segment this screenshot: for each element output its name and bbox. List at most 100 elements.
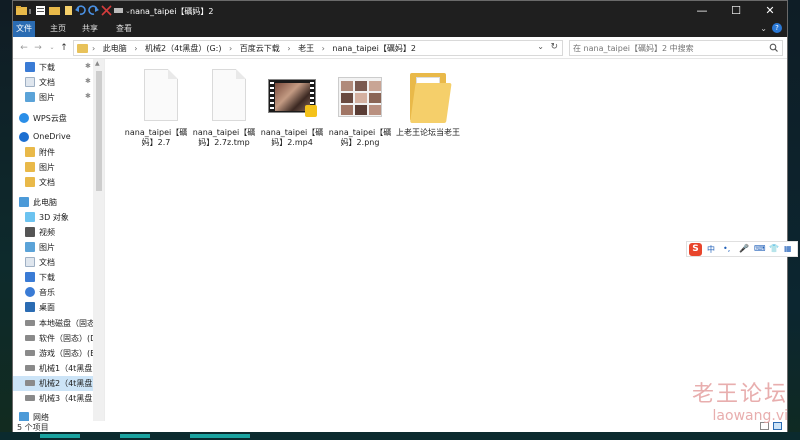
help-icon[interactable]: ?	[772, 23, 782, 33]
nav-item-documents[interactable]: 文档	[13, 255, 104, 270]
music-icon	[25, 287, 35, 297]
nav-item-drive-f[interactable]: 机械1（4t黑盘）	[13, 361, 104, 376]
nav-item-label: 游戏（固态）(E	[39, 349, 96, 358]
breadcrumb-item[interactable]: 此电脑	[103, 44, 127, 53]
pin-icon[interactable]: ✱	[85, 62, 91, 70]
tab-home[interactable]: 主页	[47, 21, 69, 37]
desktop-icon	[25, 302, 35, 312]
search-icon[interactable]	[769, 43, 778, 52]
breadcrumb-separator-icon: ›	[134, 44, 138, 53]
new-folder-icon[interactable]	[49, 5, 60, 16]
breadcrumb-item[interactable]: 机械2（4t黑盘）(G:)	[145, 44, 221, 53]
nav-item-desktop[interactable]: 桌面	[13, 300, 104, 315]
nav-item-drive-e[interactable]: 游戏（固态）(E	[13, 346, 104, 361]
file-thumbnail	[336, 69, 384, 125]
address-row: ← → ⌄ ↑ › 此电脑 › 机械2（4t黑盘）(G:) › 百度云下载 › …	[13, 37, 787, 59]
pin-icon[interactable]: ✱	[85, 77, 91, 85]
nav-item-label: 机械3（4t黑盘）	[39, 394, 101, 403]
nav-item-onedrive[interactable]: OneDrive	[13, 130, 104, 145]
file-item[interactable]: nana_taipei【礪妈】2.png	[328, 67, 392, 159]
nav-item-3d-objects[interactable]: 3D 对象	[13, 210, 104, 225]
properties-icon[interactable]	[35, 5, 46, 16]
expand-ribbon-icon[interactable]: ⌄	[760, 24, 767, 33]
nav-item-this-pc[interactable]: 此电脑	[13, 195, 104, 210]
taskbar-item[interactable]	[120, 434, 150, 438]
nav-item-label: WPS云盘	[33, 114, 67, 123]
ime-mode-chinese[interactable]: 中	[707, 244, 715, 255]
file-name: nana_taipei【礪妈】2.png	[328, 128, 392, 147]
undo-icon[interactable]	[75, 5, 86, 16]
back-button[interactable]: ←	[17, 40, 31, 56]
skin-icon[interactable]: 👕	[769, 244, 779, 253]
ime-toolbar: S 中 •, 🎤 ⌨ 👕 ▦	[686, 241, 798, 257]
keyboard-icon[interactable]: ⌨	[754, 244, 766, 253]
toolbox-icon[interactable]: ▦	[784, 244, 792, 253]
nav-item-drive-h[interactable]: 机械3（4t黑盘）	[13, 391, 104, 406]
file-item[interactable]: nana_taipei【礪妈】2.mp4	[260, 67, 324, 159]
file-thumbnail	[200, 69, 248, 125]
nav-item-drive-d[interactable]: 软件（固态）(D	[13, 331, 104, 346]
minimize-button[interactable]: —	[685, 1, 719, 21]
file-name: nana_taipei【礪妈】2.mp4	[260, 128, 324, 147]
nav-item-pictures[interactable]: 图片	[13, 240, 104, 255]
tab-share[interactable]: 共享	[79, 21, 101, 37]
nav-item-onedrive-documents[interactable]: 文档	[13, 175, 104, 190]
nav-item-label: 视频	[39, 228, 55, 237]
nav-item-network[interactable]: 网络	[13, 410, 104, 421]
microphone-icon[interactable]: 🎤	[739, 244, 749, 253]
status-bar: 5 个项目	[13, 421, 787, 432]
breadcrumb-item[interactable]: 百度云下载	[240, 44, 280, 53]
close-button[interactable]: ✕	[753, 1, 787, 21]
scroll-up-icon[interactable]: ▲	[95, 60, 100, 67]
watermark-title: 老王论坛	[691, 382, 788, 407]
nav-item-documents-pinned[interactable]: 文档 ✱	[13, 75, 104, 90]
tab-view[interactable]: 查看	[113, 21, 135, 37]
nav-item-music[interactable]: 音乐	[13, 285, 104, 300]
nav-item-label: 软件（固态）(D	[39, 334, 97, 343]
nav-item-attachments[interactable]: 附件	[13, 145, 104, 160]
nav-item-videos[interactable]: 视频	[13, 225, 104, 240]
search-box[interactable]	[569, 40, 783, 56]
breadcrumb-item[interactable]: 老王	[298, 44, 314, 53]
item-count: 5 个项目	[17, 423, 49, 432]
nav-item-wps-cloud[interactable]: WPS云盘	[13, 111, 104, 126]
search-input[interactable]	[573, 42, 763, 54]
delete-icon[interactable]	[101, 5, 112, 16]
picture-icon	[25, 242, 35, 252]
pin-icon[interactable]: ✱	[85, 92, 91, 100]
nav-scrollbar[interactable]: ▲	[93, 59, 104, 421]
rename-icon[interactable]	[63, 5, 74, 16]
forward-button[interactable]: →	[31, 40, 45, 56]
nav-item-label: 文档	[39, 258, 55, 267]
nav-item-drive-c[interactable]: 本地磁盘（固态	[13, 316, 104, 331]
nav-item-drive-g[interactable]: 机械2（4t黑盘）	[13, 376, 104, 391]
nav-item-pictures-pinned[interactable]: 图片 ✱	[13, 90, 104, 105]
customize-toolbar-icon[interactable]	[113, 5, 124, 16]
redo-icon[interactable]	[88, 5, 99, 16]
file-item[interactable]: nana_taipei【礪妈】2.7	[124, 67, 188, 159]
up-button[interactable]: ↑	[57, 40, 71, 56]
nav-item-label: 网络	[33, 413, 49, 421]
folder-icon	[16, 6, 27, 15]
nav-item-label: 3D 对象	[39, 213, 69, 222]
document-icon	[25, 257, 35, 267]
taskbar-item[interactable]	[40, 434, 80, 438]
punctuation-icon[interactable]: •,	[723, 244, 730, 253]
folder-icon	[25, 177, 35, 187]
taskbar-item[interactable]	[190, 434, 250, 438]
nav-item-downloads-pinned[interactable]: 下载 ✱	[13, 60, 104, 75]
file-name: nana_taipei【礪妈】2.7z.tmp	[192, 128, 256, 147]
maximize-button[interactable]: ☐	[719, 1, 753, 21]
nav-item-onedrive-pictures[interactable]: 图片	[13, 160, 104, 175]
sogou-logo-icon[interactable]: S	[689, 243, 702, 256]
tab-file[interactable]: 文件	[13, 21, 35, 37]
file-item[interactable]: nana_taipei【礪妈】2.7z.tmp	[192, 67, 256, 159]
file-item[interactable]: 上老王论坛当老王	[396, 67, 460, 159]
breadcrumb-item[interactable]: nana_taipei【礪妈】2	[332, 44, 416, 53]
scrollbar-thumb[interactable]	[96, 71, 102, 191]
address-bar[interactable]: › 此电脑 › 机械2（4t黑盘）(G:) › 百度云下载 › 老王 › nan…	[73, 40, 563, 56]
address-history-chevron-icon[interactable]: ⌄	[537, 42, 544, 51]
refresh-icon[interactable]: ↻	[550, 42, 558, 52]
nav-item-downloads[interactable]: 下载	[13, 270, 104, 285]
nav-item-label: 此电脑	[33, 198, 57, 207]
